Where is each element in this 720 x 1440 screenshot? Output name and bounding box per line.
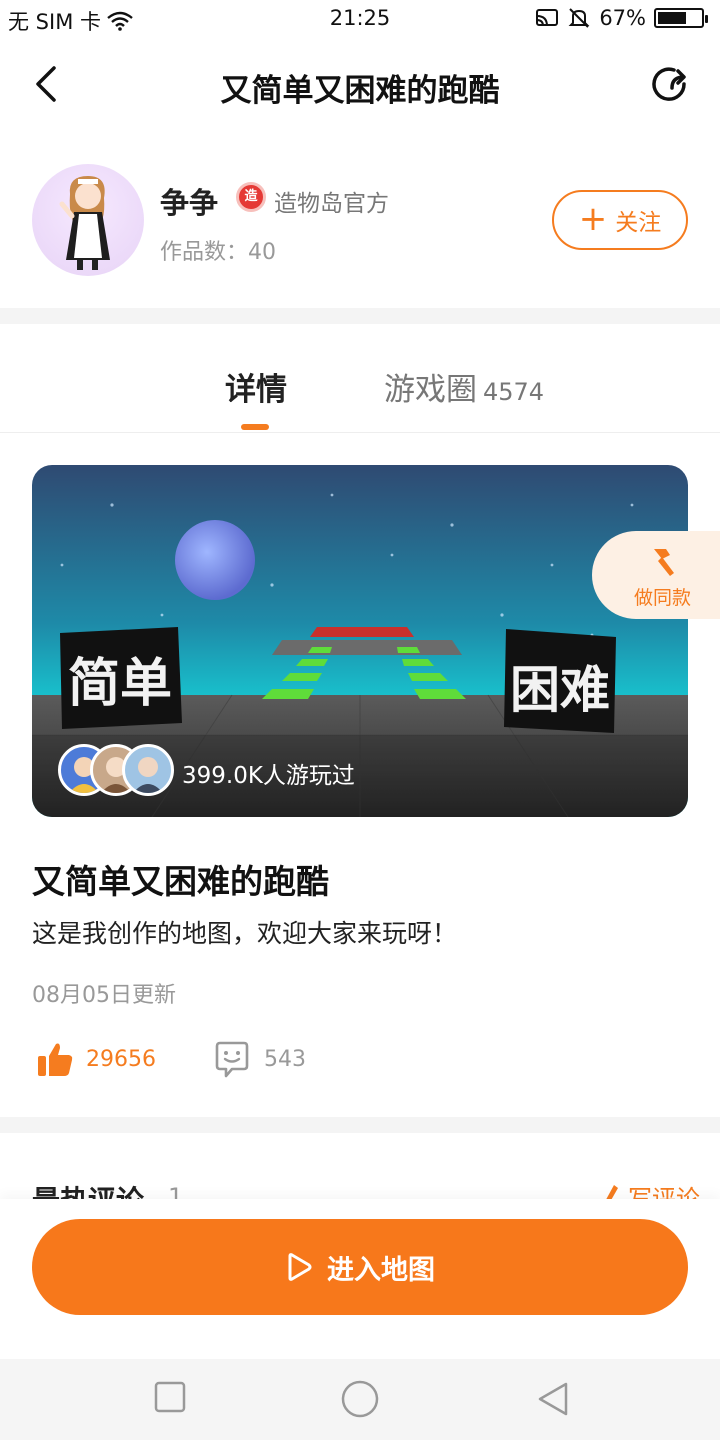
tab-details-label: 详情 <box>225 372 287 408</box>
like-button[interactable]: 29656 <box>36 1040 156 1078</box>
maid-character-illustration <box>59 176 110 270</box>
plus-icon: + <box>578 198 608 239</box>
home-button[interactable] <box>340 1379 380 1423</box>
player-avatar-icon <box>133 757 163 793</box>
author-avatar[interactable] <box>32 164 144 276</box>
comment-face-icon <box>215 1041 249 1078</box>
cast-icon <box>536 9 559 27</box>
circle-icon <box>341 1380 379 1418</box>
system-nav-bar <box>0 1359 720 1440</box>
sign-left-text: 简单 <box>68 654 172 714</box>
official-badge-icon: 造 <box>236 182 266 212</box>
author-section: 争争 造 造物岛官方 作品数：40 + 关注 <box>0 160 720 300</box>
played-count: 399.0K人游玩过 <box>182 763 355 789</box>
works-count: 作品数：40 <box>160 240 276 265</box>
triangle-back-icon <box>538 1382 568 1416</box>
official-label: 造物岛官方 <box>274 191 389 217</box>
battery-icon <box>654 8 708 28</box>
enter-map-button[interactable]: 进入地图 <box>32 1219 688 1315</box>
sign-right-text: 困难 <box>510 661 610 719</box>
recent-apps-button[interactable] <box>154 1381 186 1417</box>
share-button[interactable] <box>650 64 692 106</box>
battery-percent: 67% <box>599 6 646 30</box>
game-title: 又简单又困难的跑酷 <box>32 862 329 901</box>
play-icon <box>288 1253 312 1281</box>
tab-game-circle-count: 4574 <box>483 378 545 406</box>
share-icon <box>652 67 686 101</box>
thumbs-up-icon <box>38 1043 73 1076</box>
sign-left: 简单 <box>60 627 182 729</box>
like-count: 29656 <box>86 1046 156 1072</box>
follow-label: 关注 <box>615 210 662 236</box>
status-bar: 无 SIM 卡 21:25 67% <box>0 0 720 40</box>
player-avatar <box>122 744 174 796</box>
tab-active-indicator <box>241 424 269 430</box>
enter-map-label: 进入地图 <box>327 1254 435 1286</box>
comment-button[interactable]: 543 <box>214 1040 306 1078</box>
mute-vibrate-icon <box>568 8 590 28</box>
make-same-button[interactable]: 做同款 <box>592 531 720 619</box>
tab-game-circle-label: 游戏圈 <box>384 372 477 408</box>
tab-details[interactable]: 详情 <box>225 364 287 409</box>
status-right: 67% <box>535 6 708 30</box>
follow-button[interactable]: + 关注 <box>552 190 688 250</box>
sign-right: 困难 <box>504 629 616 733</box>
author-name[interactable]: 争争 <box>160 180 218 222</box>
bottom-action-bar: 进入地图 <box>0 1199 720 1359</box>
tab-bar: 详情 游戏圈 4574 <box>0 340 720 433</box>
section-divider <box>0 308 720 324</box>
make-same-label: 做同款 <box>634 587 692 609</box>
comment-count: 543 <box>264 1046 306 1072</box>
game-description: 这是我创作的地图，欢迎大家来玩呀！ <box>32 919 458 948</box>
stats-row: 29656 543 <box>0 1040 720 1084</box>
square-icon <box>154 1381 186 1413</box>
tab-game-circle[interactable]: 游戏圈 4574 <box>384 364 544 409</box>
nav-bar: 又简单又困难的跑酷 <box>0 40 720 130</box>
page-title: 又简单又困难的跑酷 <box>220 73 500 109</box>
back-nav-button[interactable] <box>536 1381 570 1421</box>
battery-fill <box>658 12 686 24</box>
update-date: 08月05日更新 <box>32 983 176 1008</box>
section-divider <box>0 1117 720 1133</box>
hammer-icon <box>654 549 674 576</box>
player-avatars <box>58 743 174 797</box>
